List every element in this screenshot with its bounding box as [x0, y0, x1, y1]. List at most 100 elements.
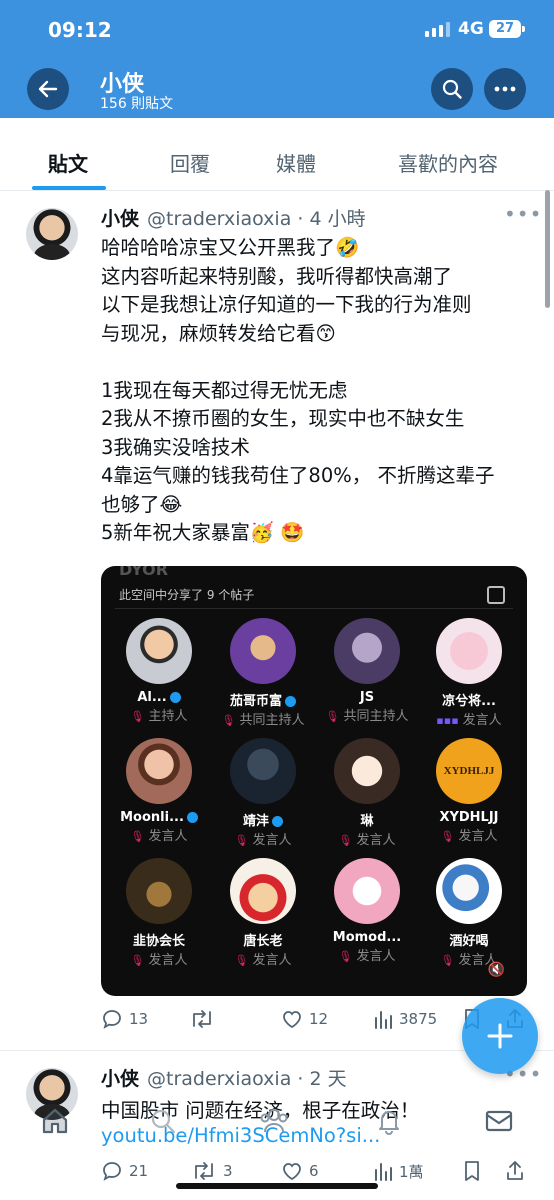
participant[interactable]: 酒好喝 🎙 发言人 [417, 858, 521, 968]
tab-likes[interactable]: 喜歡的內容 [398, 148, 498, 177]
reply-button[interactable]: 13 [101, 1008, 148, 1030]
views-button[interactable]: 3875 [373, 1008, 437, 1030]
bell-icon [379, 1111, 399, 1135]
participant-avatar [126, 858, 192, 924]
participant-avatar: XYDHLJJ [436, 738, 502, 804]
retweet-button[interactable] [189, 1008, 221, 1030]
tab-media[interactable]: 媒體 [276, 148, 316, 177]
participant-name: Moonli... [120, 810, 184, 825]
tweet-line [101, 348, 531, 377]
participant[interactable]: 琳 🎙 发言人 [315, 738, 419, 848]
participant-role: 发言人 [148, 829, 188, 844]
participant-name: 酒好喝 [449, 934, 489, 949]
participant-avatar [334, 618, 400, 684]
participant[interactable]: 唐长老 🎙 发言人 [211, 858, 315, 968]
avatar[interactable] [26, 208, 78, 260]
participant[interactable]: Al... 🎙 主持人 [107, 618, 211, 724]
mic-muted-icon: 🎙 [234, 834, 249, 847]
bottom-navigation [0, 1090, 554, 1160]
participant[interactable]: 凉兮将... ▪▪▪ 发言人 [417, 618, 521, 728]
participant-avatar [126, 738, 192, 804]
compose-button[interactable] [462, 998, 538, 1074]
author-name[interactable]: 小侠 [101, 1068, 139, 1090]
tweet-text: 哈哈哈哈凉宝又公开黑我了🤣 这内容听起来特别酸，我听得都快高潮了 以下是我想让凉… [101, 234, 531, 548]
speaking-icon: ▪▪▪ [436, 714, 459, 727]
participant-role: 发言人 [356, 949, 396, 964]
scrollbar[interactable] [545, 190, 550, 308]
volume-muted-icon[interactable]: 🔇 [488, 962, 505, 978]
signal-icon [425, 22, 450, 37]
ellipsis-icon [494, 86, 516, 92]
participant[interactable]: 靖沣 🎙 发言人 [211, 738, 315, 848]
reply-count: 13 [129, 1010, 149, 1028]
author-handle-time: @traderxiaoxia · 2 天 [147, 1068, 347, 1090]
plus-icon [487, 1023, 513, 1049]
like-button[interactable]: 12 [281, 1008, 328, 1030]
like-button[interactable]: 6 [281, 1160, 319, 1182]
heart-icon [283, 1011, 301, 1029]
views-button[interactable]: 1萬 [373, 1160, 424, 1182]
participant-name: JS [359, 690, 375, 705]
participant-avatar [230, 858, 296, 924]
search-icon [442, 79, 462, 99]
bar-chart-icon [375, 1011, 392, 1029]
participant-name: 靖沣 [242, 814, 269, 829]
participant-name: 唐长老 [243, 934, 283, 949]
mic-muted-icon: 🎙 [338, 950, 353, 963]
reply-icon [103, 1162, 121, 1181]
participant-role: 发言人 [252, 833, 292, 848]
active-tab-indicator [32, 186, 106, 190]
tab-posts[interactable]: 貼文 [48, 148, 88, 177]
bookmark-button[interactable] [463, 1160, 481, 1182]
tweet-line: 这内容听起来特别酸，我听得都快高潮了 [101, 264, 453, 288]
tweet-more-icon[interactable]: ••• [504, 202, 542, 226]
home-icon [42, 1108, 68, 1134]
nav-messages[interactable] [484, 1106, 514, 1140]
mic-muted-icon: 🎙 [221, 714, 236, 727]
reply-button[interactable]: 21 [101, 1160, 148, 1182]
avatar-text: XYDHLJJ [443, 765, 495, 777]
profile-tabs: 貼文 回覆 媒體 喜歡的內容 [0, 130, 554, 191]
participant[interactable]: JS 🎙 共同主持人 [315, 618, 419, 724]
network-label: 4G [458, 19, 484, 39]
participant-role: 共同主持人 [239, 713, 305, 728]
nav-notifications[interactable] [374, 1106, 404, 1140]
search-button[interactable] [431, 68, 473, 110]
mic-muted-icon: 🎙 [338, 834, 353, 847]
author-handle-time: @traderxiaoxia · 4 小時 [147, 208, 366, 230]
tweet-line: 2我从不撩币圈的女生，现实中也不缺女生 [101, 407, 465, 430]
share-button[interactable] [505, 1160, 525, 1182]
author-name[interactable]: 小侠 [101, 208, 139, 230]
verified-icon [272, 816, 283, 827]
post-count: 156 則貼文 [100, 96, 174, 112]
participant[interactable]: 茄哥币富 🎙 共同主持人 [211, 618, 315, 728]
participant-avatar [334, 738, 400, 804]
tweet-line: 1我现在每天都过得无忧无虑 [101, 378, 348, 402]
home-indicator[interactable] [176, 1183, 378, 1189]
share-card-icon[interactable] [487, 586, 505, 604]
participant[interactable]: Moonli... 🎙 发言人 [107, 738, 211, 844]
shared-posts-text: 此空间中分享了 9 个帖子 [119, 588, 255, 602]
participant[interactable]: XYDHLJJ XYDHLJJ 🎙 发言人 [417, 738, 521, 844]
profile-header: 小侠 156 則貼文 [0, 62, 554, 118]
participant-name: XYDHLJJ [439, 810, 499, 825]
more-options-button[interactable] [484, 68, 526, 110]
retweet-icon [193, 1010, 211, 1028]
retweet-button[interactable]: 3 [191, 1160, 233, 1182]
spaces-card[interactable]: DYOR 此空间中分享了 9 个帖子 Al... 🎙 主持人 茄哥币富 🎙 共同主持… [101, 566, 527, 996]
nav-home[interactable] [40, 1106, 70, 1140]
mic-muted-icon: 🎙 [440, 830, 455, 843]
participant[interactable]: Momod... 🎙 发言人 [315, 858, 419, 964]
share-icon [507, 1161, 523, 1180]
nav-search[interactable] [148, 1106, 178, 1140]
back-button[interactable] [27, 68, 69, 110]
reply-count: 21 [129, 1162, 149, 1180]
tweet-line: 也够了😂 [101, 492, 183, 516]
tweet-line: 5新年祝大家暴富🥳 🤩 [101, 521, 305, 544]
mail-icon [485, 1110, 513, 1132]
tweet-line: 3我确实没啥技术 [101, 435, 250, 459]
participant[interactable]: 韭协会长 🎙 发言人 [107, 858, 211, 968]
arrow-left-icon [38, 80, 58, 98]
tab-replies[interactable]: 回覆 [170, 148, 210, 177]
nav-communities[interactable] [258, 1106, 290, 1140]
